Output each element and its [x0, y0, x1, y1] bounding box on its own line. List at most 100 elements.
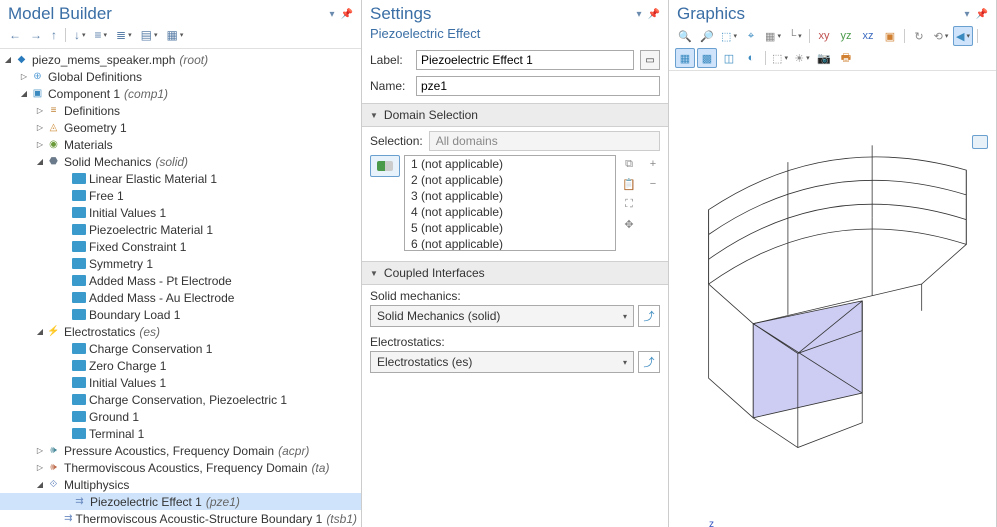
- tree-root-label: piezo_mems_speaker.mph: [32, 53, 175, 67]
- model-builder-title: Model Builder: [8, 4, 112, 24]
- collapse-icon[interactable]: ≣: [113, 26, 135, 44]
- nav-fwd-icon[interactable]: →: [27, 26, 45, 44]
- solid-mechanics-label: Solid mechanics:: [362, 285, 668, 305]
- tree-solid-child[interactable]: Added Mass - Pt Electrode: [0, 272, 361, 289]
- selection-toggle[interactable]: [370, 155, 400, 177]
- selection-dropdown[interactable]: All domains: [429, 131, 660, 151]
- tree-es-child[interactable]: Initial Values 1: [0, 374, 361, 391]
- domain-list-item[interactable]: 1 (not applicable): [405, 156, 615, 172]
- transparency-icon[interactable]: ▦: [675, 48, 695, 68]
- tree-solid-child[interactable]: Fixed Constraint 1: [0, 238, 361, 255]
- xz-view-icon[interactable]: xz: [858, 26, 878, 46]
- goto-es-button[interactable]: ⤴: [638, 351, 660, 373]
- label-input[interactable]: [416, 50, 634, 70]
- copy-sel-icon[interactable]: ⧉: [620, 155, 638, 173]
- tree-thermoviscous-acoustics[interactable]: 🕪 Thermoviscous Acoustics, Frequency Dom…: [0, 459, 361, 476]
- clip-icon[interactable]: ◐: [741, 48, 761, 68]
- selection-label: Selection:: [370, 134, 423, 148]
- tree-es-child[interactable]: Zero Charge 1: [0, 357, 361, 374]
- default-view-icon[interactable]: ▣: [880, 26, 900, 46]
- select-mode-icon[interactable]: ◀: [953, 26, 973, 46]
- domain-list-item[interactable]: 2 (not applicable): [405, 172, 615, 188]
- tree-pressure-acoustics[interactable]: 🕪 Pressure Acoustics, Frequency Domain (…: [0, 442, 361, 459]
- tree-es-child[interactable]: Terminal 1: [0, 425, 361, 442]
- tree-piezoelectric-effect[interactable]: ⇉ Piezoelectric Effect 1 (pze1): [0, 493, 361, 510]
- tree-tsb[interactable]: ⇉ Thermoviscous Acoustic-Structure Bound…: [0, 510, 361, 527]
- tree-global-defs[interactable]: ⊕ Global Definitions: [0, 68, 361, 85]
- model-builder-toolbar: ← → ↑ ↓ ≡ ≣ ▤ ▦: [0, 24, 361, 49]
- xy-view-icon[interactable]: xy: [814, 26, 834, 46]
- show-icon[interactable]: ▤: [138, 26, 161, 44]
- pin-icon[interactable]: 📌: [339, 9, 355, 20]
- domain-list-item[interactable]: 5 (not applicable): [405, 220, 615, 236]
- panel-menu-icon[interactable]: ▾: [963, 9, 972, 20]
- electrostatics-dropdown[interactable]: Electrostatics (es): [370, 351, 634, 373]
- yz-view-icon[interactable]: yz: [836, 26, 856, 46]
- remove-sel-icon[interactable]: −: [644, 175, 662, 193]
- rotate-menu-icon[interactable]: ⟲: [931, 26, 951, 46]
- add-sel-icon[interactable]: +: [644, 155, 662, 173]
- domain-list-item[interactable]: 3 (not applicable): [405, 188, 615, 204]
- expand-icon[interactable]: ≡: [92, 26, 111, 44]
- tree-solid-child[interactable]: Boundary Load 1: [0, 306, 361, 323]
- pin-icon[interactable]: 📌: [646, 9, 662, 20]
- move-sel-icon[interactable]: ✥: [620, 215, 638, 233]
- solid-mechanics-dropdown[interactable]: Solid Mechanics (solid): [370, 305, 634, 327]
- show-hidden-icon[interactable]: ☀: [792, 48, 812, 68]
- graphics-canvas[interactable]: z x y: [669, 71, 996, 527]
- tree-multiphysics[interactable]: ⟐ Multiphysics: [0, 476, 361, 493]
- domain-list[interactable]: 1 (not applicable)2 (not applicable)3 (n…: [404, 155, 616, 251]
- nav-up-icon[interactable]: ↑: [48, 26, 60, 44]
- view-icon[interactable]: ▦: [163, 26, 186, 44]
- name-field-label: Name:: [370, 79, 410, 93]
- tree-solid-child[interactable]: Added Mass - Au Electrode: [0, 289, 361, 306]
- electrostatics-label: Electrostatics:: [362, 331, 668, 351]
- hide-icon[interactable]: ⬚: [770, 48, 790, 68]
- zoom-in-icon[interactable]: 🔍: [675, 26, 695, 46]
- tree-es-child[interactable]: Charge Conservation, Piezoelectric 1: [0, 391, 361, 408]
- pin-icon[interactable]: 📌: [974, 9, 990, 20]
- panel-menu-icon[interactable]: ▾: [635, 9, 644, 20]
- tree-electrostatics[interactable]: ⚡ Electrostatics (es): [0, 323, 361, 340]
- graphics-title: Graphics: [677, 4, 745, 24]
- mesh-view-icon[interactable]: ◫: [719, 48, 739, 68]
- tree-solid-child[interactable]: Initial Values 1: [0, 204, 361, 221]
- tree-materials[interactable]: ◉ Materials: [0, 136, 361, 153]
- zoom-extents-icon[interactable]: ⌖: [741, 26, 761, 46]
- rotate-icon[interactable]: ↻: [909, 26, 929, 46]
- tree-root[interactable]: ◆ piezo_mems_speaker.mph (root): [0, 51, 361, 68]
- move-down-icon[interactable]: ↓: [71, 26, 89, 44]
- wireframe-icon[interactable]: ▩: [697, 48, 717, 68]
- model-tree[interactable]: ◆ piezo_mems_speaker.mph (root) ⊕ Global…: [0, 49, 361, 527]
- zoom-out-icon[interactable]: 🔎: [697, 26, 717, 46]
- domain-list-item[interactable]: 6 (not applicable): [405, 236, 615, 251]
- tree-solid-child[interactable]: Linear Elastic Material 1: [0, 170, 361, 187]
- tree-definitions[interactable]: ≡ Definitions: [0, 102, 361, 119]
- domain-list-item[interactable]: 4 (not applicable): [405, 204, 615, 220]
- panel-menu-icon[interactable]: ▾: [328, 9, 337, 20]
- tree-solid-child[interactable]: Free 1: [0, 187, 361, 204]
- tree-solid-child[interactable]: Piezoelectric Material 1: [0, 221, 361, 238]
- print-icon[interactable]: 🖶: [836, 48, 856, 68]
- zoom-sel-icon[interactable]: ⛶: [620, 195, 638, 213]
- tree-es-child[interactable]: Charge Conservation 1: [0, 340, 361, 357]
- grid-icon[interactable]: ▦: [763, 26, 783, 46]
- label-extra-button[interactable]: ▭: [640, 50, 660, 70]
- domain-selection-header[interactable]: ▼Domain Selection: [362, 103, 668, 127]
- nav-back-icon[interactable]: ←: [6, 26, 24, 44]
- zoom-box-icon[interactable]: ⬚: [719, 26, 739, 46]
- paste-sel-icon[interactable]: 📋: [620, 175, 638, 193]
- tree-solid-child[interactable]: Symmetry 1: [0, 255, 361, 272]
- svg-text:z: z: [709, 519, 714, 527]
- view-menu-icon[interactable]: └: [785, 26, 805, 46]
- settings-subtitle: Piezoelectric Effect: [362, 24, 668, 47]
- snapshot-icon[interactable]: 📷: [814, 48, 834, 68]
- coupled-interfaces-header[interactable]: ▼Coupled Interfaces: [362, 261, 668, 285]
- tree-geometry[interactable]: ◬ Geometry 1: [0, 119, 361, 136]
- name-input[interactable]: [416, 76, 660, 96]
- graphics-toolbar: 🔍 🔎 ⬚ ⌖ ▦ └ xy yz xz ▣ ↻ ⟲ ◀ ▦ ▩ ◫ ◐ ⬚ ☀…: [669, 24, 996, 71]
- goto-solid-button[interactable]: ⤴: [638, 305, 660, 327]
- tree-solid-mechanics[interactable]: ⬣ Solid Mechanics (solid): [0, 153, 361, 170]
- tree-component[interactable]: ▣ Component 1 (comp1): [0, 85, 361, 102]
- tree-es-child[interactable]: Ground 1: [0, 408, 361, 425]
